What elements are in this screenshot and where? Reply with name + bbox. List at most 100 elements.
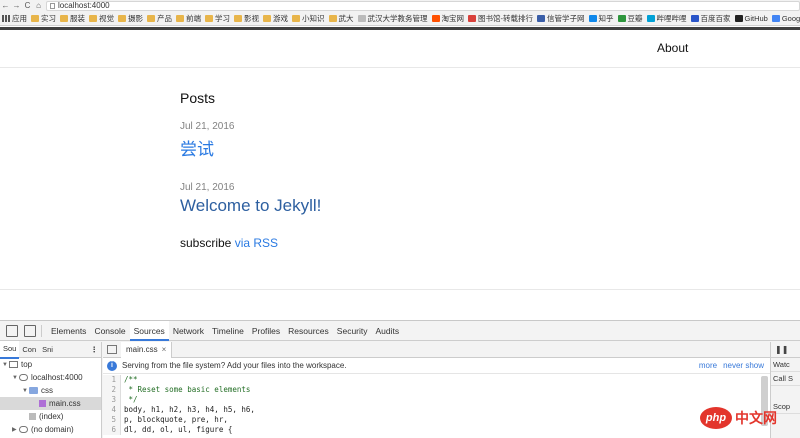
source-editor: main.css × i Serving from the file system… <box>103 341 770 438</box>
reload-icon[interactable]: C <box>22 0 33 11</box>
devtools-tab-resources[interactable]: Resources <box>284 321 333 341</box>
line-number[interactable]: 3 <box>103 395 121 405</box>
devtools-tab-audits[interactable]: Audits <box>372 321 404 341</box>
bookmark-item[interactable]: 实习 <box>31 13 56 24</box>
bookmark-item[interactable]: 武大 <box>328 13 354 24</box>
line-number[interactable]: 5 <box>103 415 121 425</box>
bookmark-item[interactable]: 豆瓣 <box>617 13 643 24</box>
bookmark-label: 实习 <box>41 13 56 23</box>
tree-item[interactable]: ▼ localhost:4000 <box>0 371 101 384</box>
folder-icon <box>263 14 271 22</box>
bookmark-item[interactable]: 淘宝网 <box>431 13 464 24</box>
devtools-tab-profiles[interactable]: Profiles <box>248 321 284 341</box>
bookmark-label: 小知识 <box>302 13 325 23</box>
post-title-link[interactable]: 尝试 <box>180 135 630 160</box>
disclosure-triangle-icon[interactable]: ▶ <box>12 426 19 433</box>
code-text: */ <box>124 395 138 404</box>
devtools-tab-console[interactable]: Console <box>90 321 129 341</box>
navigator-subtab[interactable]: Sou <box>0 340 20 359</box>
forward-icon[interactable]: → <box>11 0 22 11</box>
close-icon[interactable]: × <box>162 345 167 354</box>
address-bar[interactable]: localhost:4000 <box>46 0 800 11</box>
devtools-tab-timeline[interactable]: Timeline <box>208 321 248 341</box>
disclosure-triangle-icon[interactable]: ▼ <box>22 388 29 394</box>
bookmark-item[interactable]: 图书馆-转载排行 <box>468 13 533 24</box>
tree-item[interactable]: ▶ (no domain) <box>0 423 101 436</box>
tree-item[interactable]: main.css <box>0 397 101 410</box>
disclosure-triangle-icon[interactable]: ▼ <box>12 375 19 381</box>
info-icon: i <box>107 360 117 371</box>
code-text: /** <box>124 375 138 384</box>
browser-toolbar: ← → C ⌂ localhost:4000 <box>0 0 800 11</box>
bookmark-label: 哔哩哔哩 <box>656 13 687 23</box>
bookmark-item[interactable]: 服装 <box>60 13 85 24</box>
bookmark-label: 百度百家 <box>700 13 731 23</box>
pause-icon[interactable]: ❚❚ <box>775 345 788 354</box>
bookmark-item[interactable]: 影视 <box>234 13 259 24</box>
bilibili-icon <box>646 14 655 22</box>
bookmark-label: GitHub <box>744 13 768 23</box>
debugger-section-header[interactable]: Watc <box>771 358 800 372</box>
bookmark-item[interactable]: 学习 <box>205 13 230 24</box>
bookmark-label: 应用 <box>12 13 27 23</box>
tree-item[interactable]: ▼ css <box>0 384 101 397</box>
line-number[interactable]: 2 <box>103 385 121 395</box>
code-line: 2 * Reset some basic elements <box>103 385 770 395</box>
editor-tab-main-css[interactable]: main.css × <box>121 341 173 358</box>
folder-icon <box>29 387 38 394</box>
bookmark-item[interactable]: 产品 <box>147 13 172 24</box>
bookmark-item[interactable]: 武汉大学教务管理 <box>357 13 428 24</box>
navigator-subtabs: Sou Con Sni ⋮ <box>0 340 101 359</box>
bookmark-label: 视觉 <box>99 13 114 23</box>
infobar-never-show-link[interactable]: never show <box>723 361 764 370</box>
code-view[interactable]: 1/** 2 * Reset some basic elements 3 */4 bo… <box>103 374 770 435</box>
line-number[interactable]: 1 <box>103 375 121 385</box>
bookmark-item[interactable]: 百度百家 <box>690 13 731 24</box>
site-icon <box>690 14 699 22</box>
infobar-more-link[interactable]: more <box>699 361 717 370</box>
post-item: Jul 21, 2016 尝试 <box>180 121 630 160</box>
home-icon[interactable]: ⌂ <box>33 0 44 11</box>
post-item: Jul 21, 2016 Welcome to Jekyll! <box>180 182 630 216</box>
bookmark-item[interactable]: Google <box>771 14 800 23</box>
navigator-subtab[interactable]: Sni <box>39 342 56 358</box>
code-line: 4 body, h1, h2, h3, h4, h5, h6, <box>103 405 770 415</box>
line-number[interactable]: 6 <box>103 425 121 435</box>
rss-link[interactable]: via RSS <box>235 236 278 250</box>
device-mode-icon[interactable] <box>24 324 36 337</box>
more-icon[interactable]: ⋮ <box>91 345 99 354</box>
devtools-tab-elements[interactable]: Elements <box>47 321 90 341</box>
devtools-tab-security[interactable]: Security <box>333 321 372 341</box>
bookmark-item[interactable]: 应用 <box>2 13 27 24</box>
bookmark-item[interactable]: 知乎 <box>588 13 614 24</box>
inspect-element-icon[interactable] <box>6 324 18 337</box>
bookmark-item[interactable]: 视觉 <box>89 13 114 24</box>
sources-navigator: Sou Con Sni ⋮ ▼ top ▼ localhost:4000 ▼ css main.c… <box>0 340 102 438</box>
toggle-navigator-icon[interactable] <box>107 345 117 354</box>
bookmark-item[interactable]: 前端 <box>176 13 201 24</box>
post-title-link[interactable]: Welcome to Jekyll! <box>180 196 630 216</box>
bookmark-item[interactable]: 小知识 <box>292 13 325 24</box>
bookmark-label: 武汉大学教务管理 <box>367 13 428 23</box>
devtools-tab-sources[interactable]: Sources <box>129 320 169 341</box>
bookmark-item[interactable]: GitHub <box>734 13 768 23</box>
disclosure-triangle-icon[interactable]: ▼ <box>2 362 9 368</box>
bookmark-item[interactable]: 哔哩哔哩 <box>646 13 687 24</box>
navigator-subtab[interactable]: Con <box>19 342 39 358</box>
tree-item[interactable]: (index) <box>0 410 101 423</box>
file-icon <box>39 400 46 407</box>
nav-about-link[interactable]: About <box>657 41 688 55</box>
bookmark-item[interactable]: 信管学子网 <box>537 13 585 24</box>
post-date: Jul 21, 2016 <box>180 182 235 193</box>
sources-panel: Sou Con Sni ⋮ ▼ top ▼ localhost:4000 ▼ css main.c… <box>0 340 800 438</box>
tree-item[interactable]: ▼ top <box>0 358 101 371</box>
bookmark-item[interactable]: 摄影 <box>118 13 143 24</box>
tree-item-label: top <box>21 360 33 369</box>
folder-icon <box>292 14 300 22</box>
bookmark-item[interactable]: 游戏 <box>263 13 288 24</box>
devtools-tab-network[interactable]: Network <box>169 321 208 341</box>
back-icon[interactable]: ← <box>0 0 11 11</box>
file-grey-icon <box>29 413 36 420</box>
debugger-section-header[interactable]: Call S <box>771 372 800 386</box>
line-number[interactable]: 4 <box>103 405 121 415</box>
